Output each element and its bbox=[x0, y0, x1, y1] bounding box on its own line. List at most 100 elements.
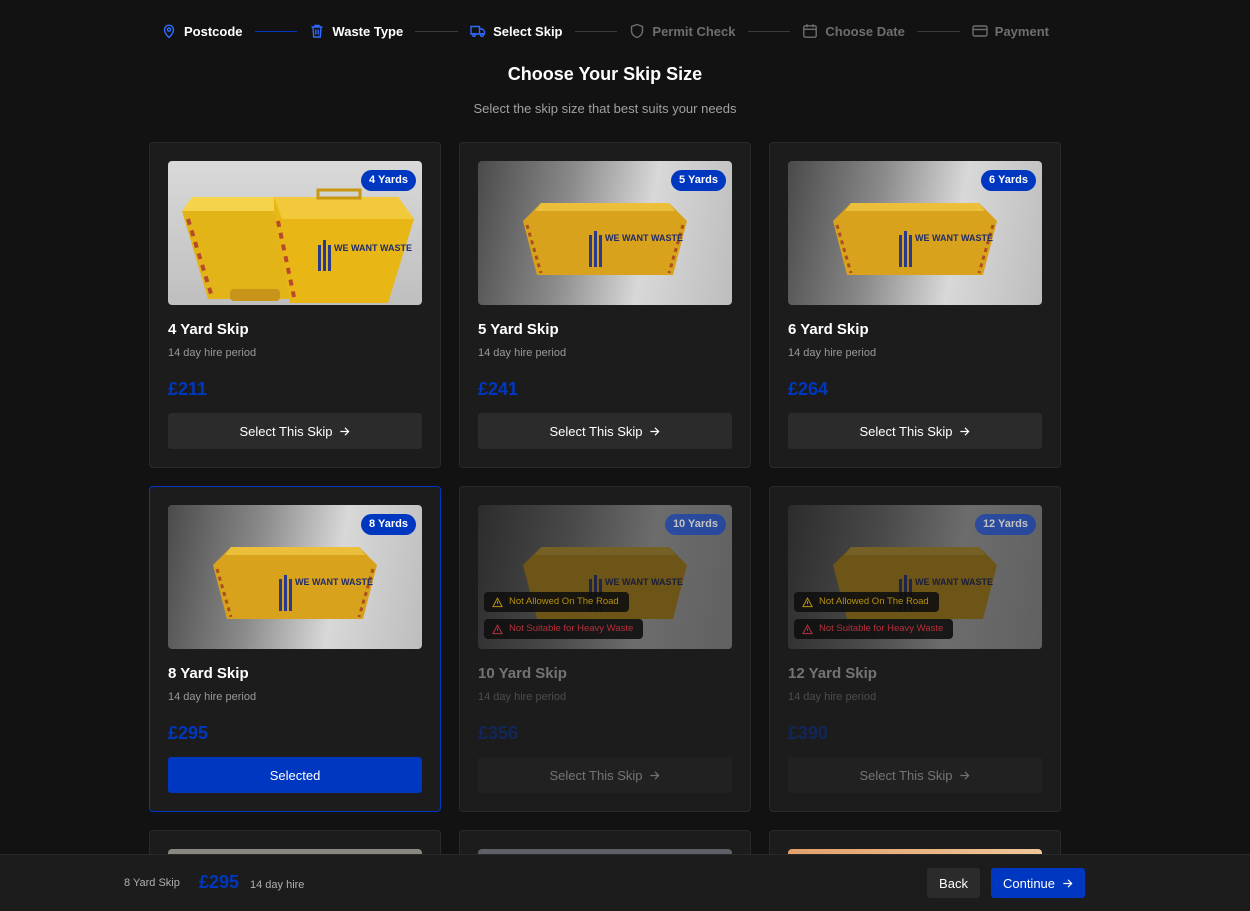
skip-illustration: WE WANT WASTE bbox=[213, 547, 377, 619]
skip-price: £390 bbox=[788, 723, 829, 743]
warning-triangle-icon bbox=[802, 623, 813, 634]
trash-icon bbox=[311, 24, 323, 38]
skip-grid: WE WANT WASTE 4 Yards 4 Yard Skip 14 day… bbox=[149, 142, 1061, 854]
step-payment[interactable]: Payment bbox=[972, 23, 1049, 39]
skip-logo-text: WE WANT WASTE bbox=[605, 577, 683, 587]
step-connector bbox=[415, 30, 459, 32]
step-label: Choose Date bbox=[825, 23, 905, 39]
step-connector bbox=[916, 30, 960, 32]
skip-card[interactable]: WE WANT WASTE 4 Yards 4 Yard Skip 14 day… bbox=[149, 142, 441, 468]
button-label: Select This Skip bbox=[239, 423, 333, 439]
skip-image: WE WANT WASTE 6 Yards bbox=[788, 161, 1042, 305]
skip-name: 10 Yard Skip bbox=[478, 665, 567, 682]
arrow-right-icon bbox=[650, 426, 660, 436]
button-label: Select This Skip bbox=[859, 423, 953, 439]
warning-label: Not Suitable for Heavy Waste bbox=[509, 623, 634, 634]
back-button[interactable]: Back bbox=[927, 868, 980, 898]
size-badge: 12 Yards bbox=[974, 514, 1036, 535]
skip-image: WE WANT WASTE 5 Yards bbox=[478, 161, 732, 305]
skip-card[interactable]: WE WANT WASTE 6 Yards 6 Yard Skip 14 day… bbox=[769, 142, 1061, 468]
step-connector bbox=[574, 30, 618, 32]
skip-name: 6 Yard Skip bbox=[788, 321, 869, 338]
step-label: Waste Type bbox=[332, 23, 404, 39]
skip-card[interactable]: WE WANT WASTE 5 Yards 5 Yard Skip 14 day… bbox=[459, 142, 751, 468]
size-badge: 5 Yards bbox=[671, 170, 726, 191]
hire-period: 14 day hire period bbox=[168, 691, 257, 703]
skip-price: £295 bbox=[168, 723, 209, 743]
continue-button[interactable]: Continue bbox=[991, 868, 1085, 898]
button-label: Select This Skip bbox=[859, 767, 953, 783]
hire-period: 14 day hire period bbox=[788, 691, 877, 703]
skip-name: 4 Yard Skip bbox=[168, 321, 249, 338]
skip-price: £241 bbox=[478, 379, 519, 399]
arrow-right-icon bbox=[960, 770, 970, 780]
step-waste-type[interactable]: Waste Type bbox=[309, 23, 403, 39]
map-pin-icon bbox=[163, 24, 175, 39]
warning-triangle-icon bbox=[492, 623, 503, 634]
skip-image: WE WANT WASTE 10 Yards Not Allowed On Th… bbox=[478, 505, 732, 649]
page-title: Choose Your Skip Size bbox=[507, 64, 703, 84]
skip-illustration: WE WANT WASTE bbox=[833, 203, 997, 275]
skip-logo-text: WE WANT WASTE bbox=[915, 233, 993, 243]
progress-stepper: Postcode Waste Type Select Skip Permit C… bbox=[149, 0, 1061, 62]
truck-icon bbox=[470, 25, 486, 38]
button-label: Select This Skip bbox=[549, 423, 643, 439]
step-label: Payment bbox=[994, 23, 1049, 39]
button-label: Continue bbox=[1002, 875, 1056, 891]
skip-card-disabled: WE WANT WASTE 10 Yards Not Allowed On Th… bbox=[459, 486, 751, 812]
skip-card-partial[interactable] bbox=[769, 830, 1061, 854]
arrow-right-icon bbox=[1063, 878, 1073, 888]
page-subtitle: Select the skip size that best suits you… bbox=[473, 101, 737, 116]
step-choose-date[interactable]: Choose Date bbox=[802, 23, 905, 39]
button-label: Select This Skip bbox=[549, 767, 643, 783]
select-skip-button[interactable]: Select This Skip bbox=[788, 413, 1042, 449]
size-badge: 4 Yards bbox=[361, 170, 416, 191]
warning-label: Not Suitable for Heavy Waste bbox=[819, 623, 944, 634]
hire-period: 14 day hire period bbox=[478, 691, 567, 703]
hire-period: 14 day hire period bbox=[478, 347, 567, 359]
skip-price: £356 bbox=[478, 723, 519, 743]
select-skip-button[interactable]: Select This Skip bbox=[478, 413, 732, 449]
skip-illustration: WE WANT WASTE bbox=[833, 547, 997, 619]
selected-button[interactable]: Selected bbox=[168, 757, 422, 793]
select-skip-button-disabled: Select This Skip bbox=[788, 757, 1042, 793]
skip-card-partial[interactable] bbox=[149, 830, 441, 854]
calendar-icon bbox=[803, 24, 818, 38]
warning-road-badge: Not Allowed On The Road bbox=[794, 592, 939, 612]
skip-price: £264 bbox=[788, 379, 829, 399]
arrow-right-icon bbox=[960, 426, 970, 436]
step-label: Permit Check bbox=[652, 23, 736, 39]
skip-image: WE WANT WASTE 4 Yards bbox=[168, 161, 422, 305]
skip-illustration: WE WANT WASTE bbox=[523, 547, 687, 619]
step-postcode[interactable]: Postcode bbox=[161, 23, 243, 39]
skip-logo-text: WE WANT WASTE bbox=[915, 577, 993, 587]
skip-image: WE WANT WASTE 8 Yards bbox=[168, 505, 422, 649]
skip-card-partial[interactable] bbox=[459, 830, 751, 854]
skip-card-disabled: WE WANT WASTE 12 Yards Not Allowed On Th… bbox=[769, 486, 1061, 812]
skip-logo-text: WE WANT WASTE bbox=[605, 233, 683, 243]
size-badge: 10 Yards bbox=[664, 514, 726, 535]
select-skip-button[interactable]: Select This Skip bbox=[168, 413, 422, 449]
summary-period: 14 day hire bbox=[250, 879, 305, 891]
arrow-right-icon bbox=[650, 770, 660, 780]
warning-heavy-badge: Not Suitable for Heavy Waste bbox=[794, 619, 954, 639]
skip-name: 8 Yard Skip bbox=[168, 665, 249, 682]
skip-card-selected[interactable]: WE WANT WASTE 8 Yards 8 Yard Skip 14 day… bbox=[149, 486, 441, 812]
skip-illustration: WE WANT WASTE bbox=[523, 203, 687, 275]
summary-price: £295 bbox=[199, 872, 240, 892]
warning-road-badge: Not Allowed On The Road bbox=[484, 592, 629, 612]
size-badge: 8 Yards bbox=[361, 514, 416, 535]
credit-card-icon bbox=[972, 25, 988, 37]
step-select-skip[interactable]: Select Skip bbox=[470, 23, 563, 39]
skip-price: £211 bbox=[168, 379, 208, 399]
skip-logo-text: WE WANT WASTE bbox=[295, 577, 373, 587]
warning-label: Not Allowed On The Road bbox=[819, 596, 929, 607]
step-label: Select Skip bbox=[493, 23, 563, 39]
button-label: Selected bbox=[269, 767, 321, 783]
summary-skip-name: 8 Yard Skip bbox=[124, 877, 180, 889]
hire-period: 14 day hire period bbox=[788, 347, 877, 359]
step-permit-check[interactable]: Permit Check bbox=[629, 23, 736, 39]
skip-name: 5 Yard Skip bbox=[478, 321, 559, 338]
skip-image: WE WANT WASTE 12 Yards Not Allowed On Th… bbox=[788, 505, 1042, 649]
warning-triangle-icon bbox=[492, 596, 503, 607]
